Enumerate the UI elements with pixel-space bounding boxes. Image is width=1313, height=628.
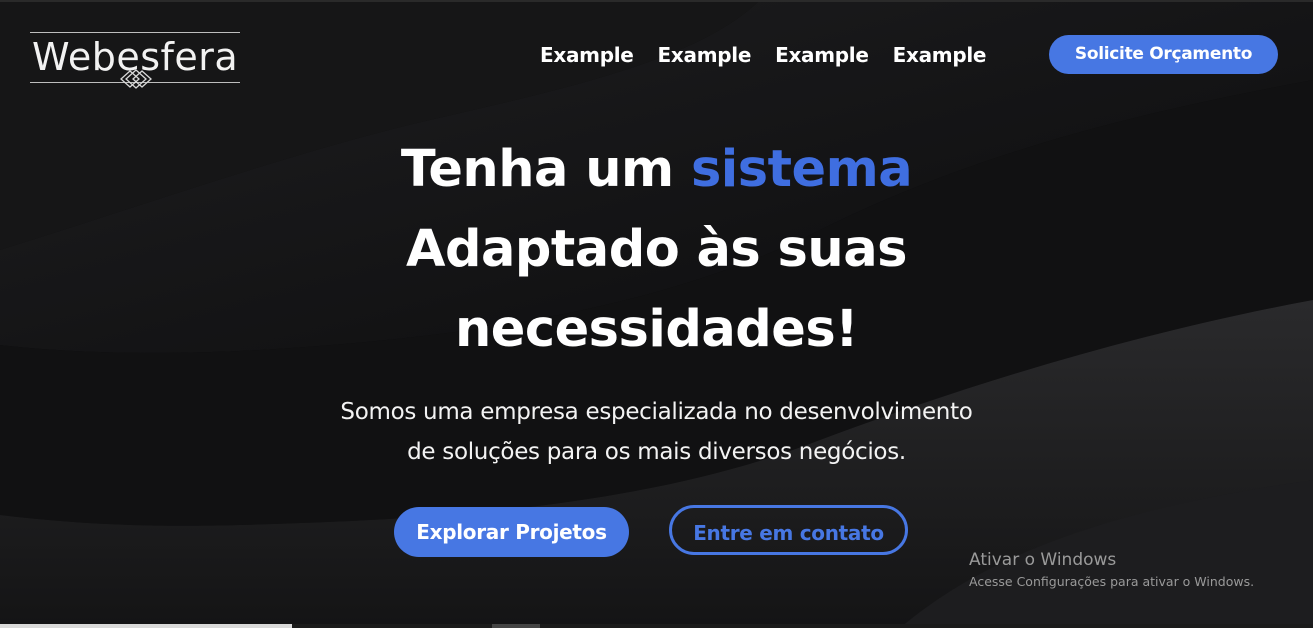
brand-logo[interactable]: Webesfera: [30, 30, 242, 94]
horizontal-scrollbar[interactable]: [0, 624, 1313, 628]
headline-accent-word: sistema: [690, 140, 913, 199]
hero-subtitle: Somos uma empresa especializada no desen…: [0, 392, 1313, 472]
nav-link-4[interactable]: Example: [893, 40, 987, 70]
nav-link-3[interactable]: Example: [775, 40, 869, 70]
contact-button[interactable]: Entre em contato: [669, 505, 908, 555]
window-top-border: [0, 0, 1313, 2]
headline-line-2: Adaptado às suas: [406, 220, 907, 279]
explore-projects-button[interactable]: Explorar Projetos: [394, 507, 629, 557]
hero-section: Tenha um sistema Adaptado às suas necess…: [0, 130, 1313, 465]
logo-top-rule: [30, 32, 240, 33]
subtitle-line-1: Somos uma empresa especializada no desen…: [340, 399, 973, 425]
nav-link-1[interactable]: Example: [540, 40, 634, 70]
headline-part-1: Tenha um: [400, 140, 674, 199]
nav-link-2[interactable]: Example: [658, 40, 752, 70]
scrollbar-marker: [492, 624, 540, 628]
headline-line-3: necessidades!: [454, 300, 859, 359]
subtitle-line-2: de soluções para os mais diversos negóci…: [407, 439, 906, 465]
diamond-emblem-icon: [120, 69, 152, 89]
windows-activation-watermark: Ativar o Windows Acesse Configurações pa…: [969, 549, 1254, 593]
hero-headline: Tenha um sistema Adaptado às suas necess…: [0, 130, 1313, 370]
watermark-title: Ativar o Windows: [969, 550, 1117, 570]
scrollbar-thumb[interactable]: [0, 624, 292, 628]
main-nav: Example Example Example Example: [540, 40, 986, 70]
watermark-subtitle: Acesse Configurações para ativar o Windo…: [969, 574, 1255, 589]
request-quote-button[interactable]: Solicite Orçamento: [1049, 35, 1278, 74]
